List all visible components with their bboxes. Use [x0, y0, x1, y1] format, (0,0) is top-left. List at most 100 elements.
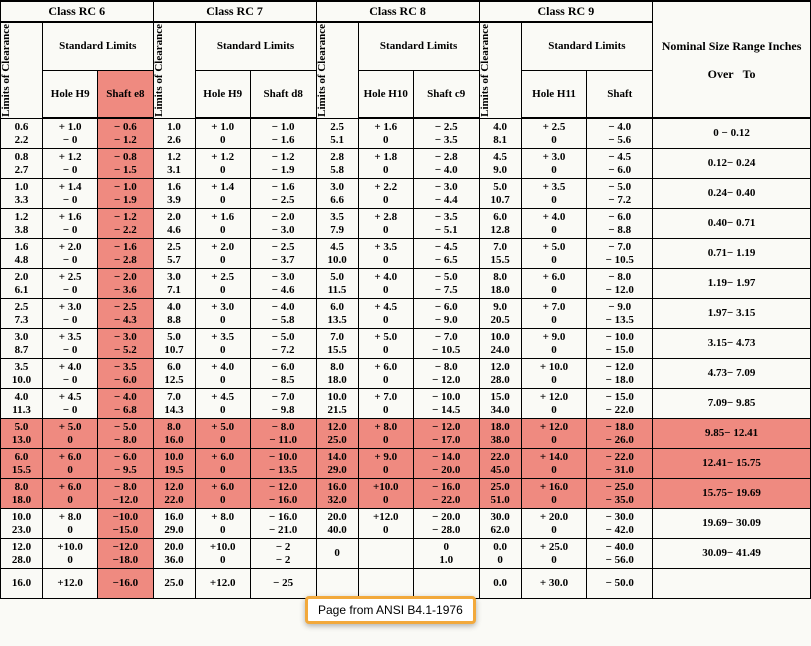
cell-rc7_clr: 2.55.7	[153, 239, 195, 269]
cell-rc6_clr: 0.62.2	[1, 118, 43, 149]
cell-rc6_h: + 6.00	[43, 449, 98, 479]
table-row: 1.23.8+ 1.6− 0− 1.2− 2.22.04.6+ 1.60− 2.…	[1, 209, 811, 239]
cell-rc9_h: + 3.50	[521, 179, 587, 209]
cell-rc9_clr: 15.034.0	[479, 389, 521, 419]
cell-rc7_s: − 4.0− 5.8	[250, 299, 316, 329]
table-row: 16.0+12.0−16.025.0+12.0− 250.0+ 30.0− 50…	[1, 569, 811, 599]
cell-rc9_s: − 15.0− 22.0	[587, 389, 653, 419]
cell-rc7_s: − 16.0− 21.0	[250, 509, 316, 539]
cell-rc7_clr: 4.08.8	[153, 299, 195, 329]
cell-rc7_clr: 5.010.7	[153, 329, 195, 359]
cell-rc6_h: +10.00	[43, 539, 98, 569]
cell-rc7_s: − 12.0− 16.0	[250, 479, 316, 509]
cell-rc7_clr: 3.07.1	[153, 269, 195, 299]
cell-rc7_h: + 5.00	[195, 419, 250, 449]
cell-range: 1.97− 3.15	[653, 299, 811, 329]
cell-rc8_clr: 16.032.0	[316, 479, 358, 509]
cell-rc8_s: − 3.5− 5.1	[413, 209, 479, 239]
cell-rc8_s: − 3.0− 4.4	[413, 179, 479, 209]
table-body: 0.62.2+ 1.0− 0− 0.6− 1.21.02.6+ 1.00− 1.…	[1, 118, 811, 599]
cell-rc8_h: + 2.20	[358, 179, 413, 209]
cell-rc9_s: − 8.0− 12.0	[587, 269, 653, 299]
cell-rc9_h: + 25.00	[521, 539, 587, 569]
table-row: 5.013.0+ 5.00− 5.0− 8.08.016.0+ 5.00− 8.…	[1, 419, 811, 449]
cell-rc6_h: + 1.4− 0	[43, 179, 98, 209]
cell-rc9_clr: 30.062.0	[479, 509, 521, 539]
cell-rc9_s: − 40.0− 56.0	[587, 539, 653, 569]
cell-rc9_h: + 12.00	[521, 419, 587, 449]
cell-rc8_h: +10.00	[358, 479, 413, 509]
hdr-rc7-shaft: Shaft d8	[250, 70, 316, 118]
cell-rc9_h: + 12.00	[521, 389, 587, 419]
cell-rc9_clr: 18.038.0	[479, 419, 521, 449]
cell-rc7_clr: 12.022.0	[153, 479, 195, 509]
cell-rc7_h: + 1.20	[195, 149, 250, 179]
cell-rc7_h: +12.0	[195, 569, 250, 599]
cell-rc9_clr: 25.051.0	[479, 479, 521, 509]
cell-rc6_s: − 3.5− 6.0	[98, 359, 153, 389]
cell-rc7_h: + 3.50	[195, 329, 250, 359]
cell-rc6_s: − 8.0−12.0	[98, 479, 153, 509]
cell-rc6_s: − 1.2− 2.2	[98, 209, 153, 239]
cell-rc7_s: − 10.0− 13.5	[250, 449, 316, 479]
cell-range: 0.12− 0.24	[653, 149, 811, 179]
cell-rc8_h: + 2.80	[358, 209, 413, 239]
cell-rc9_clr: 0.00	[479, 539, 521, 569]
cell-rc6_clr: 16.0	[1, 569, 43, 599]
cell-rc9_clr: 5.010.7	[479, 179, 521, 209]
hdr-rc6-clr: Limits of Clearance	[1, 22, 43, 118]
cell-rc6_clr: 2.06.1	[1, 269, 43, 299]
cell-rc6_s: − 4.0− 6.8	[98, 389, 153, 419]
cell-range: 4.73− 7.09	[653, 359, 811, 389]
cell-rc6_s: − 0.8− 1.5	[98, 149, 153, 179]
cell-range: 1.19− 1.97	[653, 269, 811, 299]
cell-rc8_s: − 2.5− 3.5	[413, 118, 479, 149]
table-row: 2.06.1+ 2.5− 0− 2.0− 3.63.07.1+ 2.50− 3.…	[1, 269, 811, 299]
cell-rc8_h: + 4.00	[358, 269, 413, 299]
cell-rc8_h: + 1.80	[358, 149, 413, 179]
table-row: 1.03.3+ 1.4− 0− 1.0− 1.91.63.9+ 1.40− 1.…	[1, 179, 811, 209]
cell-range: 9.85− 12.41	[653, 419, 811, 449]
cell-rc9_h: + 20.00	[521, 509, 587, 539]
cell-rc9_s: − 50.0	[587, 569, 653, 599]
cell-rc6_clr: 4.011.3	[1, 389, 43, 419]
cell-rc7_s: − 1.0− 1.6	[250, 118, 316, 149]
cell-rc9_s: − 7.0− 10.5	[587, 239, 653, 269]
cell-rc7_s: − 3.0− 4.6	[250, 269, 316, 299]
cell-rc8_clr: 12.025.0	[316, 419, 358, 449]
cell-rc6_s: − 6.0− 9.5	[98, 449, 153, 479]
cell-rc9_h: + 3.00	[521, 149, 587, 179]
hdr-rc6: Class RC 6	[1, 1, 154, 22]
cell-rc6_clr: 6.015.5	[1, 449, 43, 479]
cell-rc8_clr: 2.85.8	[316, 149, 358, 179]
table-row: 3.08.7+ 3.5− 0− 3.0− 5.25.010.7+ 3.50− 5…	[1, 329, 811, 359]
hdr-rc7-std: Standard Limits	[195, 22, 316, 70]
cell-rc8_s: − 20.0− 28.0	[413, 509, 479, 539]
cell-range: 0.40− 0.71	[653, 209, 811, 239]
cell-rc7_clr: 16.029.0	[153, 509, 195, 539]
cell-rc7_clr: 25.0	[153, 569, 195, 599]
cell-rc8_clr: 10.021.5	[316, 389, 358, 419]
cell-rc6_h: + 1.2− 0	[43, 149, 98, 179]
cell-rc8_h: + 3.50	[358, 239, 413, 269]
cell-rc9_h: + 7.00	[521, 299, 587, 329]
cell-rc6_s: − 2.0− 3.6	[98, 269, 153, 299]
hdr-rc9-shaft: Shaft	[587, 70, 653, 118]
cell-rc6_h: + 2.0− 0	[43, 239, 98, 269]
cell-rc8_s: − 8.0− 12.0	[413, 359, 479, 389]
cell-rc7_h: +10.00	[195, 539, 250, 569]
cell-rc6_h: +12.0	[43, 569, 98, 599]
cell-rc9_clr: 0.0	[479, 569, 521, 599]
cell-rc6_h: + 4.5− 0	[43, 389, 98, 419]
cell-rc8_clr: 0	[316, 539, 358, 569]
cell-rc6_clr: 3.510.0	[1, 359, 43, 389]
cell-rc9_h: + 30.0	[521, 569, 587, 599]
cell-rc7_clr: 1.23.1	[153, 149, 195, 179]
cell-rc8_h: +12.00	[358, 509, 413, 539]
cell-rc8_s: − 14.0− 20.0	[413, 449, 479, 479]
cell-rc6_h: + 3.5− 0	[43, 329, 98, 359]
cell-rc8_h	[358, 539, 413, 569]
cell-rc8_clr: 2.55.1	[316, 118, 358, 149]
cell-rc9_clr: 9.020.5	[479, 299, 521, 329]
cell-range: 3.15− 4.73	[653, 329, 811, 359]
